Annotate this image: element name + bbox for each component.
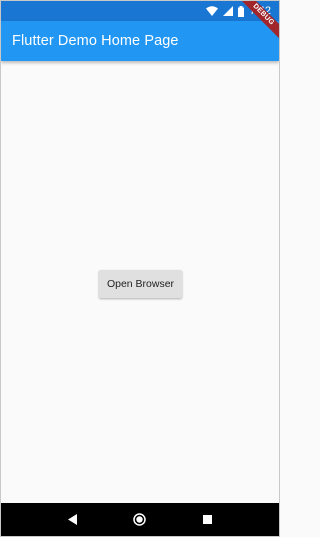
cellular-signal-icon [222, 6, 233, 16]
back-icon[interactable] [59, 506, 87, 534]
home-icon[interactable] [126, 506, 154, 534]
status-time: 7:42 [249, 5, 271, 17]
wifi-icon [205, 6, 218, 16]
status-bar: 7:42 [1, 1, 279, 21]
app-title: Flutter Demo Home Page [12, 33, 179, 49]
app-bar: Flutter Demo Home Page [1, 21, 279, 61]
navigation-bar [1, 503, 279, 536]
phone-screen: 7:42 Flutter Demo Home Page DEBUG Open B… [0, 0, 280, 537]
open-browser-button[interactable]: Open Browser [99, 270, 182, 298]
battery-icon [237, 5, 244, 17]
recents-icon[interactable] [193, 506, 221, 534]
main-content: Open Browser [1, 61, 279, 505]
